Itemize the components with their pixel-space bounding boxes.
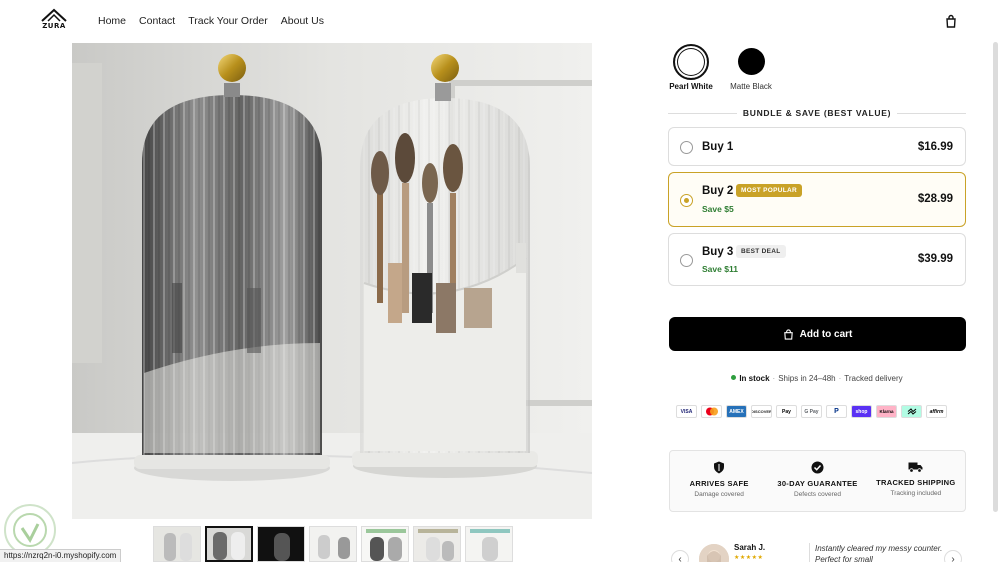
store-logo[interactable]: ZURA — [38, 8, 70, 34]
thumbnail-6[interactable] — [413, 526, 461, 562]
product-page: ZURA Home Contact Track Your Order About… — [0, 0, 1000, 562]
thumbnail-5[interactable] — [361, 526, 409, 562]
review-quote: Instantly cleared my messy counter. Perf… — [809, 543, 949, 562]
cart-icon[interactable] — [944, 14, 958, 28]
stock-status-line: In stock · Ships in 24–48h · Tracked deliver… — [668, 374, 966, 383]
product-main-image[interactable] — [72, 43, 592, 519]
option-title: Buy 1 — [702, 141, 734, 153]
paypal-icon: P — [826, 405, 847, 418]
shop-pay-icon: shop — [851, 405, 872, 418]
swatch-label: Matte Black — [730, 82, 772, 91]
add-to-cart-label: Add to cart — [799, 328, 853, 340]
review-stars: ★★★★★ — [734, 555, 764, 561]
thumbnail-7[interactable] — [465, 526, 513, 562]
ships-text: Ships in 24–48h — [778, 374, 836, 383]
bundle-option-buy-2[interactable]: Buy 2 MOST POPULAR Save $5 $28.99 — [668, 172, 966, 227]
nav-about-us[interactable]: About Us — [281, 15, 324, 27]
guarantee-subtitle: Damage covered — [694, 491, 744, 498]
reviewer-name: Sarah J. — [734, 543, 766, 552]
option-price: $16.99 — [917, 141, 953, 153]
browser-status-url: https://nzrq2n-i0.myshopify.com — [0, 549, 122, 562]
option-savings: Save $11 — [702, 264, 738, 274]
amex-icon: AMEX — [726, 405, 747, 418]
apple-pay-label: Pay — [782, 408, 791, 415]
nav-contact[interactable]: Contact — [139, 15, 175, 27]
add-to-cart-button[interactable]: Add to cart — [669, 317, 966, 351]
option-title: Buy 3 — [702, 246, 734, 258]
thumbnail-strip — [153, 526, 513, 562]
check-badge-icon — [811, 461, 824, 474]
guarantee-subtitle: Tracking included — [890, 490, 942, 497]
swatch-pearl-white-circle — [673, 44, 709, 80]
klarna-icon: Klarna — [876, 405, 897, 418]
thumbnail-4[interactable] — [309, 526, 357, 562]
page-scrollbar[interactable] — [993, 42, 998, 512]
most-popular-badge: MOST POPULAR — [736, 184, 802, 197]
option-title: Buy 2 — [702, 185, 734, 197]
truck-icon — [908, 462, 923, 473]
apple-pay-icon: Pay — [776, 405, 797, 418]
nav-home[interactable]: Home — [98, 15, 126, 27]
shield-icon — [714, 461, 725, 474]
bundle-heading: BUNDLE & SAVE (BEST VALUE) — [668, 107, 966, 119]
affirm-icon: affirm — [926, 405, 947, 418]
radio-button[interactable] — [680, 141, 693, 154]
thumbnail-2[interactable] — [205, 526, 253, 562]
thumbnail-3[interactable] — [257, 526, 305, 562]
guarantee-arrives-safe: ARRIVES SAFE Damage covered — [670, 451, 768, 511]
swatch-label: Pearl White — [669, 82, 713, 91]
thumbnail-1[interactable] — [153, 526, 201, 562]
guarantee-tracked-shipping: TRACKED SHIPPING Tracking included — [867, 451, 965, 511]
guarantee-title: TRACKED SHIPPING — [876, 478, 956, 487]
guarantee-30-day: 30-DAY GUARANTEE Defects covered — [768, 451, 866, 511]
logo-mark-icon — [41, 8, 67, 22]
review-prev-arrow-icon[interactable]: ‹ — [671, 550, 689, 562]
swatch-matte-black-circle — [737, 48, 765, 75]
afterpay-icon — [901, 405, 922, 418]
visa-icon: VISA — [676, 405, 697, 418]
logo-text: ZURA — [42, 22, 66, 30]
guarantee-title: 30-DAY GUARANTEE — [777, 479, 858, 488]
best-deal-badge: BEST DEAL — [736, 245, 786, 258]
option-savings: Save $5 — [702, 204, 734, 214]
option-price: $39.99 — [917, 253, 953, 265]
reviewer-avatar — [699, 544, 729, 562]
radio-button[interactable] — [680, 194, 693, 207]
tracked-text: Tracked delivery — [844, 374, 903, 383]
google-pay-icon: G Pay — [801, 405, 822, 418]
discover-icon: DISCOVER — [751, 405, 772, 418]
bundle-option-buy-1[interactable]: Buy 1 $16.99 — [668, 127, 966, 166]
swatch-matte-black[interactable]: Matte Black — [728, 44, 774, 91]
radio-button[interactable] — [680, 254, 693, 267]
nav-track-order[interactable]: Track Your Order — [188, 15, 268, 27]
mastercard-icon — [701, 405, 722, 418]
color-swatches: Pearl White Matte Black — [668, 44, 774, 91]
swatch-pearl-white[interactable]: Pearl White — [668, 44, 714, 91]
guarantee-subtitle: Defects covered — [794, 491, 841, 498]
review-next-arrow-icon[interactable]: › — [944, 550, 962, 562]
guarantee-box: ARRIVES SAFE Damage covered 30-DAY GUARA… — [669, 450, 966, 512]
review-carousel: ‹ Sarah J. ★★★★★ Instantly cleared my me… — [669, 538, 966, 562]
bundle-option-buy-3[interactable]: Buy 3 BEST DEAL Save $11 $39.99 — [668, 233, 966, 286]
in-stock-dot-icon — [731, 375, 737, 380]
in-stock-text: In stock — [739, 374, 770, 383]
payment-methods: VISA AMEX DISCOVER Pay G Pay P shop Klar… — [676, 405, 947, 418]
guarantee-title: ARRIVES SAFE — [689, 479, 749, 488]
cart-plus-icon — [783, 328, 793, 340]
option-price: $28.99 — [917, 193, 953, 205]
main-nav: Home Contact Track Your Order About Us — [98, 15, 324, 27]
site-header: ZURA Home Contact Track Your Order About… — [0, 0, 1000, 42]
